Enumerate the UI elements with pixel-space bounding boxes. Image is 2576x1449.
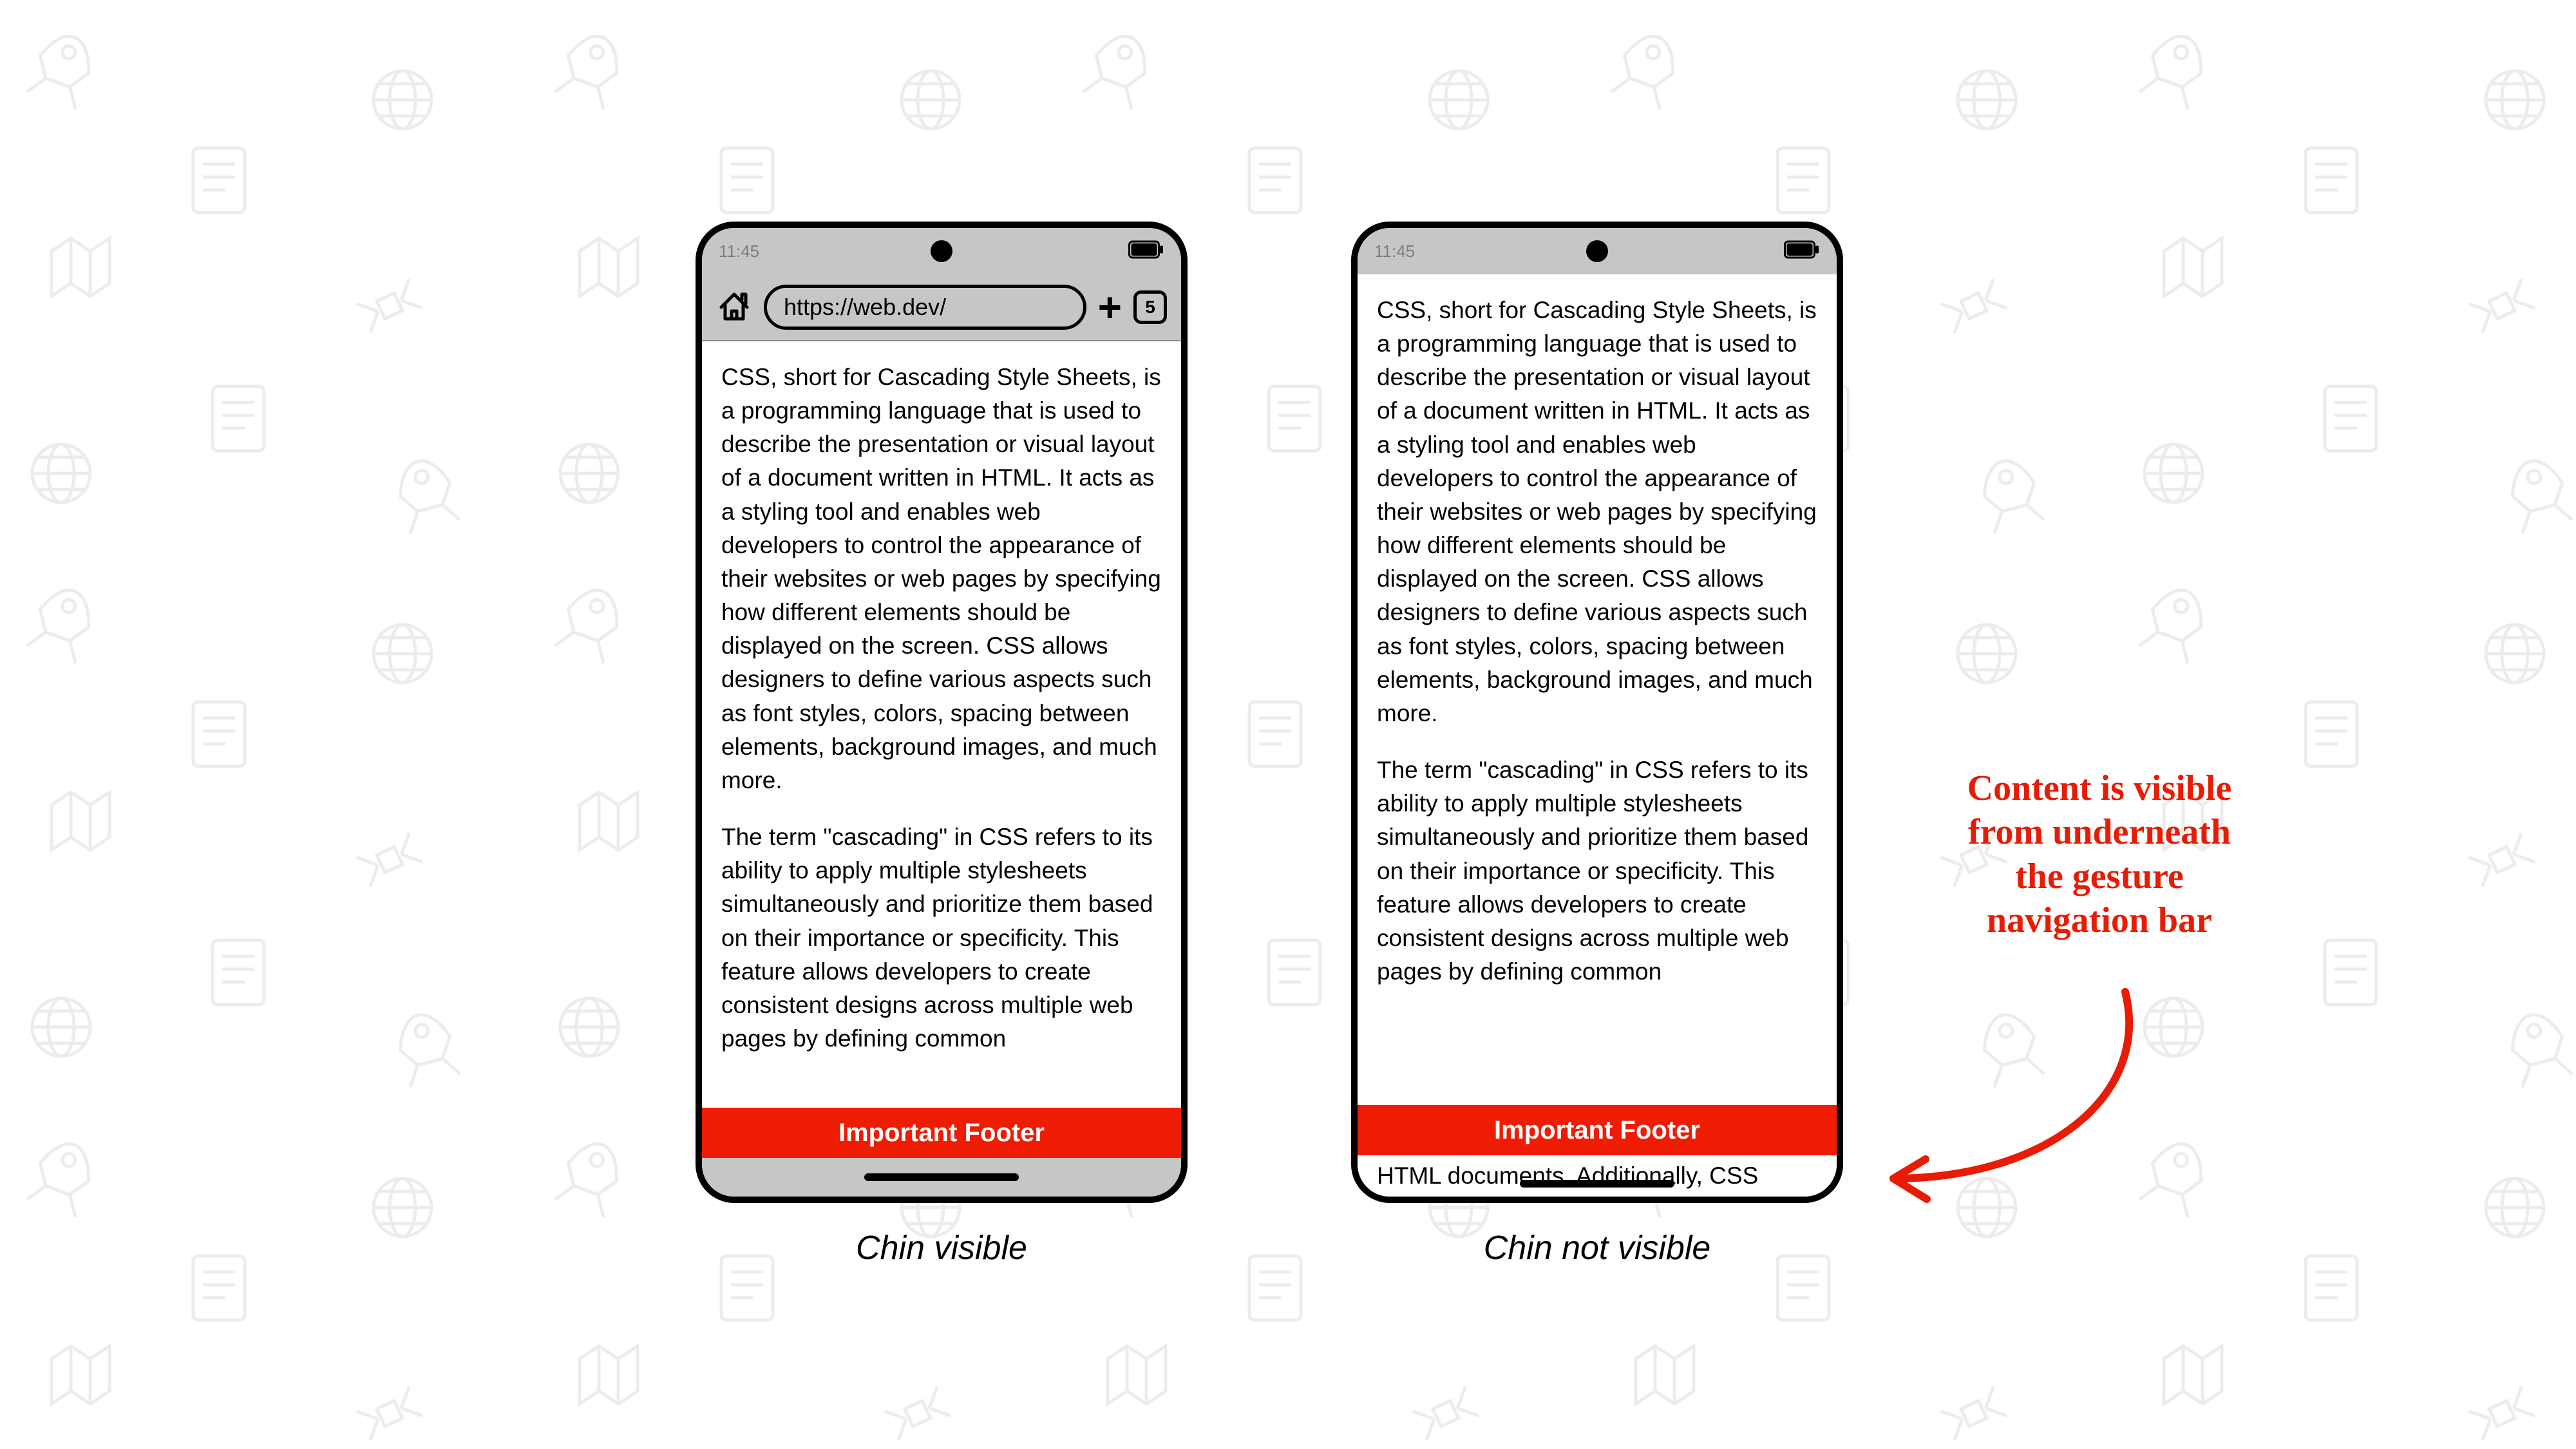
page-viewport[interactable]: CSS, short for Cascading Style Sheets, i… xyxy=(1358,274,1837,1197)
new-tab-icon[interactable]: + xyxy=(1098,287,1122,328)
footer-label: Important Footer xyxy=(838,1119,1045,1148)
url-bar[interactable]: https://web.dev/ xyxy=(764,285,1086,330)
annotation-line-2: from underneath xyxy=(1893,810,2306,854)
status-bar: 11:45 xyxy=(1358,228,1837,274)
phone-chin-visible: 11:45 https://web.dev/ + 5 CSS, short fo… xyxy=(696,222,1188,1203)
page-content: CSS, short for Cascading Style Sheets, i… xyxy=(702,341,1181,1056)
paragraph-2: The term "cascading" in CSS refers to it… xyxy=(721,820,1162,1056)
tab-count-value: 5 xyxy=(1145,297,1155,317)
tab-count-button[interactable]: 5 xyxy=(1133,290,1167,324)
camera-notch-icon xyxy=(1586,240,1608,262)
status-time: 11:45 xyxy=(1374,242,1415,261)
url-text: https://web.dev/ xyxy=(784,294,946,321)
important-footer[interactable]: Important Footer xyxy=(702,1108,1181,1158)
paragraph-2: The term "cascading" in CSS refers to it… xyxy=(1377,753,1817,989)
footer-label: Important Footer xyxy=(1494,1116,1700,1145)
caption-chin-not-visible: Chin not visible xyxy=(1351,1229,1843,1267)
annotation-line-4: navigation bar xyxy=(1893,898,2306,942)
paragraph-1: CSS, short for Cascading Style Sheets, i… xyxy=(1377,294,1817,730)
annotation-text: Content is visible from underneath the g… xyxy=(1893,766,2306,942)
camera-notch-icon xyxy=(931,240,952,262)
status-bar: 11:45 xyxy=(702,228,1181,274)
battery-icon xyxy=(1784,241,1820,262)
annotation-line-1: Content is visible xyxy=(1893,766,2306,810)
paragraph-1: CSS, short for Cascading Style Sheets, i… xyxy=(721,361,1162,797)
gesture-bar-icon xyxy=(864,1173,1019,1181)
annotation-arrow-icon xyxy=(1855,966,2190,1236)
home-icon[interactable] xyxy=(716,288,752,327)
phone-chin-not-visible: 11:45 CSS, short for Cascading Style She… xyxy=(1351,222,1843,1203)
caption-chin-visible: Chin visible xyxy=(696,1229,1188,1267)
status-time: 11:45 xyxy=(719,242,759,261)
content-under-nav-bar: HTML documents. Additionally, CSS xyxy=(1358,1155,1837,1197)
battery-icon xyxy=(1128,241,1164,262)
chrome-chin xyxy=(702,1158,1181,1197)
gesture-bar-icon xyxy=(1520,1180,1674,1188)
important-footer[interactable]: Important Footer xyxy=(1358,1105,1837,1155)
browser-toolbar: https://web.dev/ + 5 xyxy=(702,274,1181,341)
page-viewport[interactable]: CSS, short for Cascading Style Sheets, i… xyxy=(702,341,1181,1158)
annotation-line-3: the gesture xyxy=(1893,855,2306,898)
page-content: CSS, short for Cascading Style Sheets, i… xyxy=(1358,274,1837,989)
